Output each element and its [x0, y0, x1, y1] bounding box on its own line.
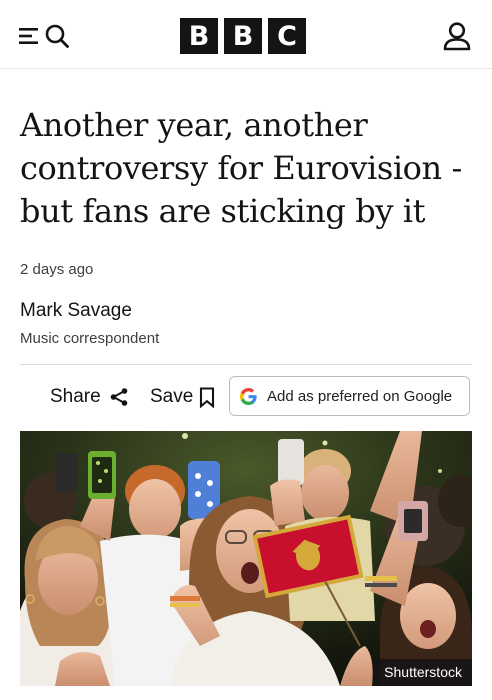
article-timestamp: 2 days ago [20, 261, 94, 278]
author-role: Music correspondent [20, 330, 160, 347]
share-icon [110, 388, 128, 406]
logo-letter: C [268, 18, 306, 54]
logo-letter: B [180, 18, 218, 54]
menu-icon[interactable] [18, 26, 40, 46]
bookmark-icon [200, 386, 215, 408]
share-button[interactable]: Share [50, 376, 129, 418]
search-icon[interactable] [44, 23, 70, 49]
top-navigation-bar: B B C [0, 0, 492, 69]
article-actions: Share Save Add as preferred on Google [0, 376, 492, 418]
save-button[interactable]: Save [150, 376, 215, 418]
google-button-label: Add as preferred on Google [267, 387, 453, 405]
google-g-icon [240, 387, 257, 405]
author-name[interactable]: Mark Savage [20, 300, 132, 322]
add-preferred-google-button[interactable]: Add as preferred on Google [229, 376, 470, 416]
menu-search-button[interactable] [18, 20, 72, 52]
share-label: Share [50, 386, 101, 407]
article-headline: Another year, another controversy for Eu… [20, 106, 462, 230]
image-credit: Shutterstock [374, 659, 472, 686]
account-button[interactable] [440, 20, 474, 52]
article-hero-image: Shutterstock [20, 431, 472, 686]
save-label: Save [150, 386, 194, 407]
logo-letter: B [224, 18, 262, 54]
bbc-logo[interactable]: B B C [180, 18, 306, 54]
byline-divider [20, 364, 472, 365]
concert-crowd-photo [20, 431, 472, 686]
account-icon[interactable] [440, 20, 474, 52]
